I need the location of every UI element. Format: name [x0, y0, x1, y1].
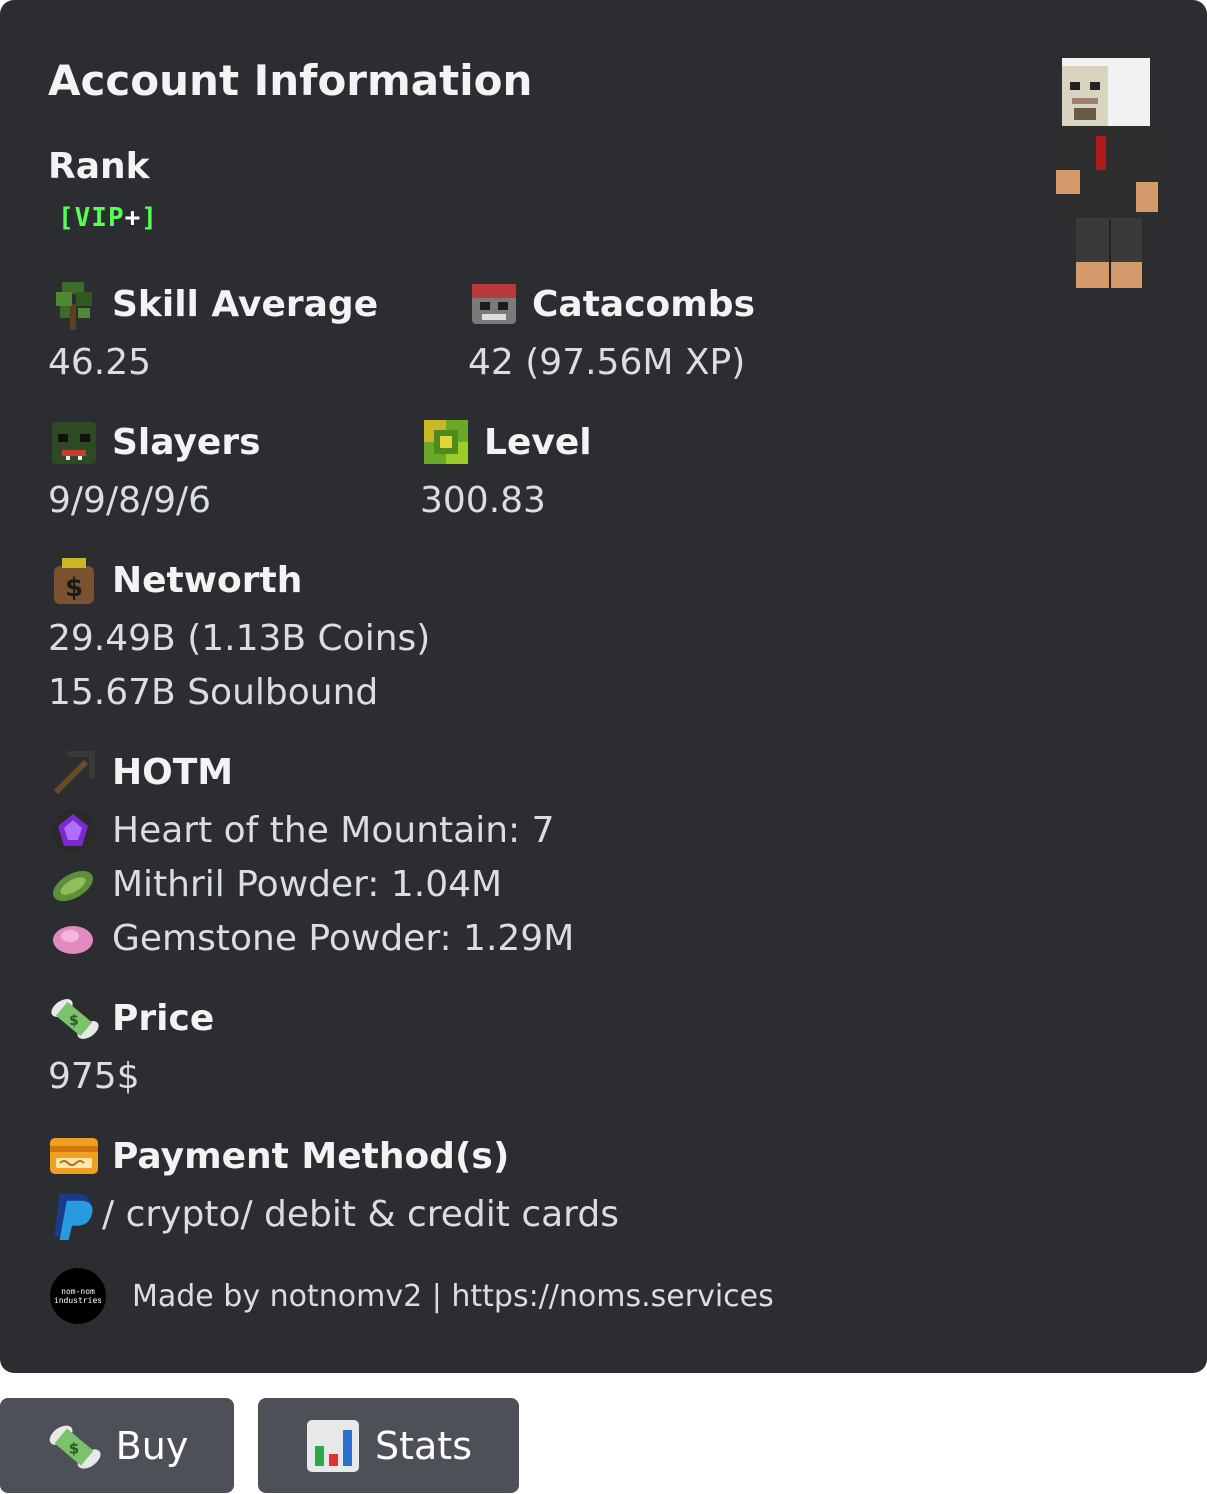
- xp-block-icon: [424, 420, 468, 464]
- rank-value: [VIP+]: [58, 203, 158, 233]
- mithril-powder-icon: [53, 870, 93, 902]
- rank-label: Rank: [48, 145, 150, 187]
- embed-title: Account Information: [48, 56, 533, 105]
- footer-logo-line1: nom-nom: [61, 1287, 95, 1296]
- payment-label-text: Payment Method(s): [112, 1135, 510, 1177]
- slayers-label-text: Slayers: [112, 421, 261, 463]
- hotm-label-text: HOTM: [112, 751, 234, 793]
- price-label: $ Price: [48, 992, 214, 1044]
- hotm-heart-text: Heart of the Mountain: 7: [112, 810, 555, 851]
- catacombs-label-text: Catacombs: [532, 283, 755, 325]
- stats-button-label: Stats: [374, 1423, 472, 1468]
- hotm-mithril-text: Mithril Powder: 1.04M: [112, 864, 503, 905]
- price-value: 975$: [48, 1056, 140, 1097]
- sapling-icon: [56, 282, 92, 330]
- money-wings-icon: $: [51, 999, 99, 1039]
- buy-button[interactable]: $ Buy: [0, 1398, 234, 1493]
- zombie-head-icon: [52, 422, 96, 464]
- price-label-text: Price: [112, 997, 215, 1039]
- paypal-icon: [54, 1193, 93, 1240]
- networth-value-line2: 15.67B Soulbound: [48, 672, 379, 713]
- hotm-label: HOTM: [48, 746, 233, 798]
- rank-tier: VIP: [74, 203, 125, 233]
- wither-skull-icon: [472, 284, 516, 324]
- slayers-value: 9/9/8/9/6: [48, 480, 212, 521]
- hotm-gemstone-line: Gemstone Powder: 1.29M: [48, 912, 574, 966]
- rank-plus: +: [124, 203, 142, 233]
- money-wings-icon: $: [49, 1425, 101, 1469]
- hotm-mithril-line: Mithril Powder: 1.04M: [48, 858, 502, 912]
- skill-average-label-text: Skill Average: [112, 283, 379, 325]
- rank-bracket-close: ]: [141, 203, 158, 233]
- networth-label: $ Networth: [48, 554, 302, 606]
- hotm-heart-line: Heart of the Mountain: 7: [48, 804, 555, 858]
- svg-text:$: $: [68, 1439, 78, 1457]
- footer-text: Made by notnomv2 | https://noms.services: [132, 1278, 774, 1314]
- skill-average-label: Skill Average: [48, 278, 378, 330]
- rank-bracket-open: [: [58, 203, 75, 233]
- skill-average-value: 46.25: [48, 342, 152, 383]
- credit-card-icon: [50, 1138, 98, 1174]
- level-label: Level: [420, 416, 592, 468]
- payment-label: Payment Method(s): [48, 1130, 509, 1182]
- pickaxe-icon: [53, 751, 95, 795]
- payment-value-text: / crypto/ debit & credit cards: [102, 1194, 619, 1235]
- hotm-gemstone-text: Gemstone Powder: 1.29M: [112, 918, 575, 959]
- catacombs-label: Catacombs: [468, 278, 755, 330]
- buy-button-label: Buy: [115, 1423, 189, 1468]
- catacombs-value: 42 (97.56M XP): [468, 342, 746, 383]
- networth-label-text: Networth: [112, 559, 303, 601]
- account-embed: Account Information Rank [VIP+] Skill Av…: [0, 0, 1207, 1373]
- bar-chart-icon: [306, 1419, 359, 1472]
- money-bag-icon: $: [54, 558, 94, 604]
- footer-logo-line2: industries: [53, 1296, 103, 1305]
- footer-logo-icon: nom-nom industries: [50, 1268, 106, 1324]
- networth-value-line1: 29.49B (1.13B Coins): [48, 618, 431, 659]
- payment-value-line: / crypto/ debit & credit cards: [48, 1188, 619, 1242]
- level-value: 300.83: [420, 480, 546, 521]
- embed-footer: nom-nom industries Made by notnomv2 | ht…: [50, 1268, 774, 1324]
- svg-text:$: $: [69, 1013, 79, 1029]
- svg-text:$: $: [65, 573, 83, 603]
- level-label-text: Level: [484, 421, 592, 463]
- player-skin-image: [1056, 58, 1158, 288]
- slayers-label: Slayers: [48, 416, 261, 468]
- gemstone-powder-icon: [53, 926, 93, 954]
- stats-button[interactable]: Stats: [258, 1398, 519, 1493]
- heart-of-mountain-icon: [51, 809, 95, 853]
